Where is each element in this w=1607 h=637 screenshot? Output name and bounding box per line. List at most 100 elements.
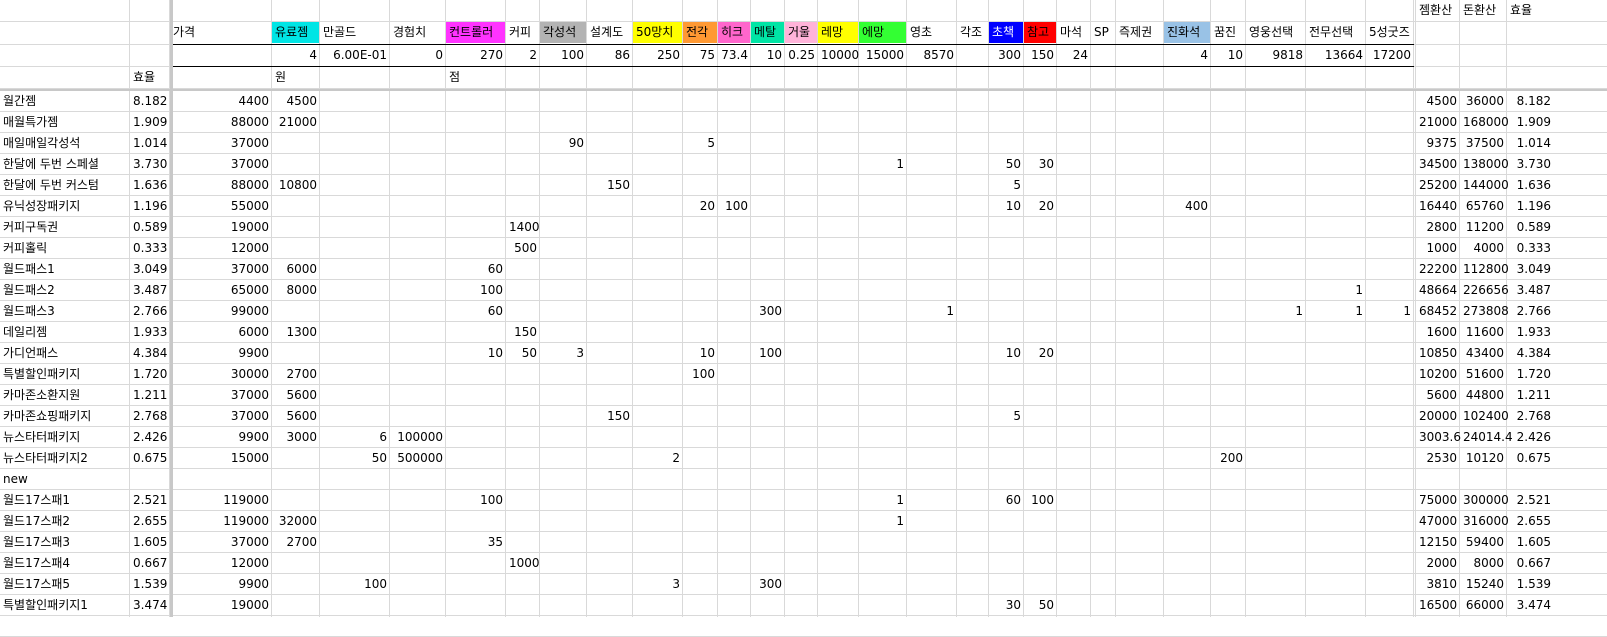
table-cell[interactable]: 0.589 [130,217,170,238]
unit-value-yuryojam[interactable]: 4 [272,45,320,66]
row-label[interactable]: 월드17스패4 [0,553,130,574]
table-cell[interactable]: 5 [683,133,718,154]
table-cell[interactable]: 100000 [390,427,446,448]
column-header-kkumjin[interactable]: 꿈진 [1211,22,1246,43]
table-cell[interactable]: 50 [506,343,540,364]
table-cell[interactable]: 60 [446,259,506,280]
table-cell[interactable]: 0.667 [130,553,170,574]
table-cell[interactable]: 1000 [506,553,540,574]
table-cell[interactable]: 15240 [1460,574,1507,595]
column-header-jeongak[interactable]: 전각 [683,22,718,43]
row-label[interactable]: 월드17스패3 [0,532,130,553]
unit-value-remang[interactable]: 10000 [818,45,859,66]
unit-value-jeonmu[interactable]: 13664 [1306,45,1366,66]
table-cell[interactable]: 112800 [1460,259,1509,280]
table-cell[interactable]: 90 [540,133,587,154]
table-cell[interactable]: 1.605 [1507,532,1554,553]
column-header-jinhwaseok[interactable]: 진화석 [1164,22,1211,43]
table-cell[interactable]: 1 [1246,301,1306,322]
table-cell[interactable]: 100 [1024,490,1057,511]
table-cell[interactable]: 35 [446,532,506,553]
row-label[interactable]: 커피구독권 [0,217,130,238]
table-cell[interactable]: 37000 [170,133,272,154]
header-eff2[interactable]: 효율 [1507,0,1554,21]
table-cell[interactable]: 15000 [170,448,272,469]
table-cell[interactable]: 30000 [170,364,272,385]
table-cell[interactable]: 50 [1024,595,1057,616]
table-cell[interactable]: 1 [859,154,907,175]
row-label[interactable]: 매일매일각성석 [0,133,130,154]
unit-value-kkumjin[interactable]: 10 [1211,45,1246,66]
row-label[interactable]: 특별할인패키지 [0,364,130,385]
table-cell[interactable]: 37000 [170,406,272,427]
table-cell[interactable]: 10 [989,196,1024,217]
table-cell[interactable]: 1.605 [130,532,170,553]
row-label[interactable]: 월간젬 [0,91,130,112]
table-cell[interactable]: 3.049 [130,259,170,280]
table-cell[interactable]: 34500 [1416,154,1460,175]
table-cell[interactable]: 273808 [1460,301,1509,322]
row-label[interactable]: 월드패스2 [0,280,130,301]
row-label[interactable]: 데일리젬 [0,322,130,343]
row-label[interactable]: 뉴스타터패키지 [0,427,130,448]
table-cell[interactable]: 4000 [1460,238,1507,259]
table-cell[interactable]: 1.909 [1507,112,1554,133]
table-cell[interactable]: 1.933 [1507,322,1554,343]
table-cell[interactable]: 30 [989,595,1024,616]
table-cell[interactable]: 1.720 [1507,364,1554,385]
table-cell[interactable]: 4400 [170,91,272,112]
table-cell[interactable]: 1.014 [1507,133,1554,154]
table-cell[interactable]: 1600 [1416,322,1460,343]
table-cell[interactable]: 400 [1164,196,1211,217]
table-cell[interactable]: 10 [446,343,506,364]
table-cell[interactable]: 20 [683,196,718,217]
column-header-coffee[interactable]: 커피 [506,22,540,43]
table-cell[interactable]: 50 [320,448,390,469]
table-cell[interactable]: 1.933 [130,322,170,343]
column-header-geoul[interactable]: 거울 [785,22,818,43]
table-cell[interactable]: 60 [989,490,1024,511]
table-cell[interactable]: 2800 [1416,217,1460,238]
table-cell[interactable]: 25200 [1416,175,1460,196]
table-cell[interactable]: 19000 [170,217,272,238]
table-cell[interactable]: 1 [859,511,907,532]
unit-value-chamgo[interactable]: 150 [1024,45,1057,66]
table-cell[interactable]: 200 [1211,448,1246,469]
unit-value-maseok[interactable]: 24 [1057,45,1091,66]
table-cell[interactable]: 100 [751,343,785,364]
table-cell[interactable]: 37000 [170,385,272,406]
table-cell[interactable]: 9900 [170,343,272,364]
table-cell[interactable]: 11200 [1460,217,1507,238]
table-cell[interactable]: 150 [587,175,633,196]
table-cell[interactable]: 500 [506,238,540,259]
table-cell[interactable]: 2700 [272,364,320,385]
table-cell[interactable]: 5 [989,175,1024,196]
table-cell[interactable]: 4500 [272,91,320,112]
row-label[interactable]: 가디언패스 [0,343,130,364]
table-cell[interactable]: 1.211 [1507,385,1554,406]
table-cell[interactable]: 47000 [1416,511,1460,532]
row-label[interactable]: 한달에 두번 스페셜 [0,154,130,175]
table-cell[interactable]: 1.539 [130,574,170,595]
table-cell[interactable]: 8.182 [130,91,170,112]
table-cell[interactable]: 0.333 [130,238,170,259]
table-cell[interactable]: 10200 [1416,364,1460,385]
column-header-metal[interactable]: 메탈 [751,22,785,43]
column-header-hike[interactable]: 히크 [718,22,751,43]
table-cell[interactable]: 36000 [1460,91,1507,112]
table-cell[interactable]: 1 [907,301,957,322]
table-cell[interactable]: 43400 [1460,343,1507,364]
table-cell[interactable]: 4.384 [130,343,170,364]
table-cell[interactable]: 119000 [170,511,272,532]
unit-value-coffee[interactable]: 2 [506,45,540,66]
row-label[interactable]: 월드패스3 [0,301,130,322]
column-header-gakjo[interactable]: 각조 [957,22,989,43]
table-cell[interactable]: 3.730 [1507,154,1554,175]
table-cell[interactable]: 2.521 [130,490,170,511]
table-cell[interactable]: 1.539 [1507,574,1554,595]
table-cell[interactable]: 3810 [1416,574,1460,595]
row-label[interactable]: 유닉성장패키지 [0,196,130,217]
table-cell[interactable]: 2.768 [130,406,170,427]
table-cell[interactable]: 37000 [170,259,272,280]
table-cell[interactable]: 12150 [1416,532,1460,553]
